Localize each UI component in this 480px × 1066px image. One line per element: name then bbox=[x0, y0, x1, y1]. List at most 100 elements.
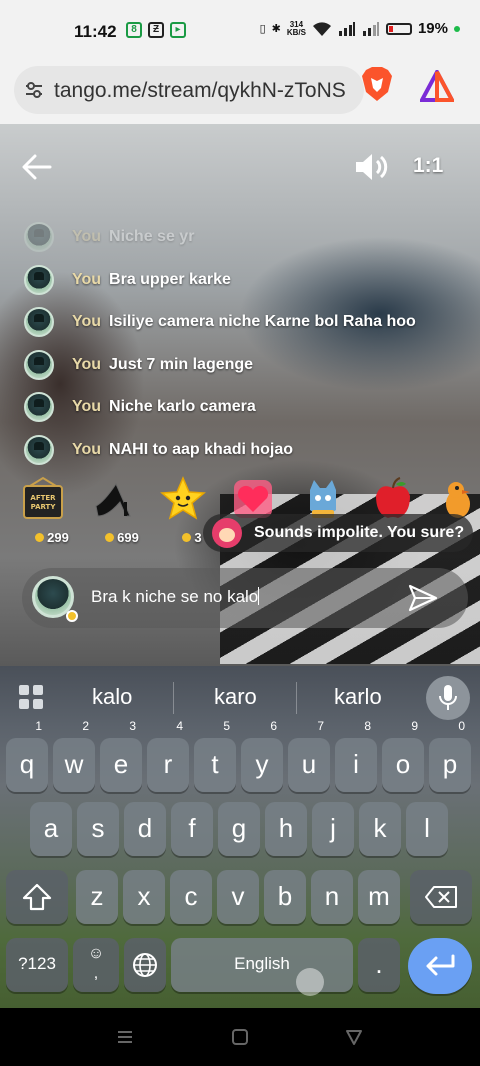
live-stream-view[interactable]: 1:1 You Niche se yr You Bra upper karke … bbox=[0, 124, 480, 666]
chat-message: You Just 7 min lagenge bbox=[24, 349, 253, 381]
period-key[interactable]: . bbox=[358, 938, 400, 992]
star-icon bbox=[160, 476, 206, 520]
chat-message: You NAHI to aap khadi hojao bbox=[24, 434, 293, 466]
chat-author: You bbox=[72, 228, 102, 245]
signal-icon bbox=[338, 21, 355, 36]
microphone-icon bbox=[439, 685, 457, 710]
language-key[interactable] bbox=[124, 938, 166, 992]
backspace-key[interactable] bbox=[410, 870, 472, 924]
speaker-icon[interactable] bbox=[354, 152, 388, 182]
avatar bbox=[24, 350, 54, 380]
high-heel-gift[interactable]: 699 bbox=[90, 476, 150, 546]
avatar bbox=[24, 265, 54, 295]
key-a[interactable]: a bbox=[30, 802, 72, 856]
key-n[interactable]: n bbox=[311, 870, 353, 924]
chat-author: You bbox=[72, 398, 102, 415]
shift-key[interactable] bbox=[6, 870, 68, 924]
suggestion-2[interactable]: karo bbox=[214, 684, 257, 710]
home-icon[interactable] bbox=[231, 1028, 249, 1046]
suggestion-divider bbox=[296, 682, 297, 714]
suggestion-strip: kalo karo karlo bbox=[0, 666, 480, 728]
chat-message: You Bra upper karke bbox=[24, 264, 231, 296]
key-j[interactable]: j bbox=[312, 802, 354, 856]
suggestion-divider bbox=[173, 682, 174, 714]
after-party-label-2: PARTY bbox=[31, 503, 57, 511]
aspect-ratio-toggle[interactable]: 1:1 bbox=[413, 154, 443, 178]
key-r[interactable]: 4r bbox=[147, 720, 189, 792]
chat-text: Isiliye camera niche Karne bol Raha hoo bbox=[109, 313, 416, 330]
notification-link-icon: Ƶ bbox=[148, 22, 164, 38]
notification-app-icon: 8 bbox=[126, 22, 142, 38]
key-e[interactable]: 3e bbox=[100, 720, 142, 792]
chat-text: Niche se yr bbox=[109, 228, 195, 245]
chat-text: Bra upper karke bbox=[109, 271, 231, 288]
key-b[interactable]: b bbox=[264, 870, 306, 924]
key-x[interactable]: x bbox=[123, 870, 165, 924]
apps-grid-icon[interactable] bbox=[18, 684, 44, 710]
notification-shield-icon: ▸ bbox=[170, 22, 186, 38]
key-v[interactable]: v bbox=[217, 870, 259, 924]
warning-avatar-icon bbox=[212, 518, 242, 548]
address-bar[interactable]: tango.me/stream/qykhN-zToNS bbox=[14, 66, 364, 114]
chat-input[interactable]: Bra k niche se no kalo bbox=[91, 587, 260, 607]
key-y[interactable]: 6y bbox=[241, 720, 283, 792]
key-m[interactable]: m bbox=[358, 870, 400, 924]
brave-shields-icon[interactable] bbox=[360, 66, 394, 102]
status-bar: 11:42 8 Ƶ ▸ ▯ ✱ 314 KB/S 19% bbox=[0, 0, 480, 60]
voice-input-button[interactable] bbox=[426, 676, 470, 720]
key-w[interactable]: 2w bbox=[53, 720, 95, 792]
vibrate-icon: ▯ bbox=[259, 23, 266, 35]
enter-key[interactable] bbox=[408, 938, 472, 994]
touch-indicator bbox=[296, 968, 324, 996]
gift-price: 299 bbox=[20, 530, 84, 545]
key-f[interactable]: f bbox=[171, 802, 213, 856]
site-settings-icon[interactable] bbox=[24, 80, 44, 100]
enter-arrow-icon bbox=[426, 954, 455, 976]
key-u[interactable]: 7u bbox=[288, 720, 330, 792]
soft-keyboard: kalo karo karlo 1q 2w 3e 4r 5t 6y 7u 8i … bbox=[0, 666, 480, 1008]
suggestion-3[interactable]: karlo bbox=[334, 684, 382, 710]
key-q[interactable]: 1q bbox=[6, 720, 48, 792]
brave-rewards-icon[interactable] bbox=[420, 70, 454, 102]
key-c[interactable]: c bbox=[170, 870, 212, 924]
high-heel-icon bbox=[95, 482, 131, 517]
bluetooth-icon: ✱ bbox=[271, 23, 281, 35]
recents-icon[interactable] bbox=[116, 1028, 134, 1046]
space-bar[interactable]: English bbox=[171, 938, 353, 992]
after-party-gift[interactable]: AFTER PARTY 299 bbox=[20, 476, 80, 546]
key-d[interactable]: d bbox=[124, 802, 166, 856]
avatar bbox=[24, 307, 54, 337]
coin-badge-icon bbox=[66, 610, 78, 622]
chat-author: You bbox=[72, 271, 102, 288]
back-nav-icon[interactable] bbox=[345, 1028, 363, 1046]
key-l[interactable]: l bbox=[406, 802, 448, 856]
avatar bbox=[24, 392, 54, 422]
suggestion-1[interactable]: kalo bbox=[92, 684, 132, 710]
chat-author: You bbox=[72, 313, 102, 330]
status-app-icons: 8 Ƶ ▸ bbox=[126, 22, 186, 38]
chat-message: You Niche se yr bbox=[24, 221, 194, 253]
chat-input-value[interactable]: Bra k niche se no kalo bbox=[91, 587, 258, 606]
chat-input-bar[interactable]: Bra k niche se no kalo bbox=[22, 568, 468, 628]
key-k[interactable]: k bbox=[359, 802, 401, 856]
send-icon[interactable] bbox=[408, 584, 438, 612]
key-s[interactable]: s bbox=[77, 802, 119, 856]
key-o[interactable]: 9o bbox=[382, 720, 424, 792]
key-t[interactable]: 5t bbox=[194, 720, 236, 792]
symbols-key[interactable]: ?123 bbox=[6, 938, 68, 992]
battery-icon bbox=[385, 22, 412, 35]
key-i[interactable]: 8i bbox=[335, 720, 377, 792]
warning-text: Sounds impolite. You sure? bbox=[254, 524, 465, 541]
key-z[interactable]: z bbox=[76, 870, 118, 924]
chat-text: Niche karlo camera bbox=[109, 398, 256, 415]
key-g[interactable]: g bbox=[218, 802, 260, 856]
back-arrow-icon[interactable] bbox=[22, 154, 52, 180]
backspace-icon bbox=[425, 886, 457, 908]
emoji-comma-key[interactable]: ☺ , bbox=[73, 938, 119, 992]
key-h[interactable]: h bbox=[265, 802, 307, 856]
status-time: 11:42 bbox=[74, 22, 117, 41]
comma-label: , bbox=[93, 965, 99, 982]
url-text[interactable]: tango.me/stream/qykhN-zToNS bbox=[54, 79, 354, 103]
key-p[interactable]: 0p bbox=[429, 720, 471, 792]
chat-message: You Isiliye camera niche Karne bol Raha … bbox=[24, 306, 416, 338]
